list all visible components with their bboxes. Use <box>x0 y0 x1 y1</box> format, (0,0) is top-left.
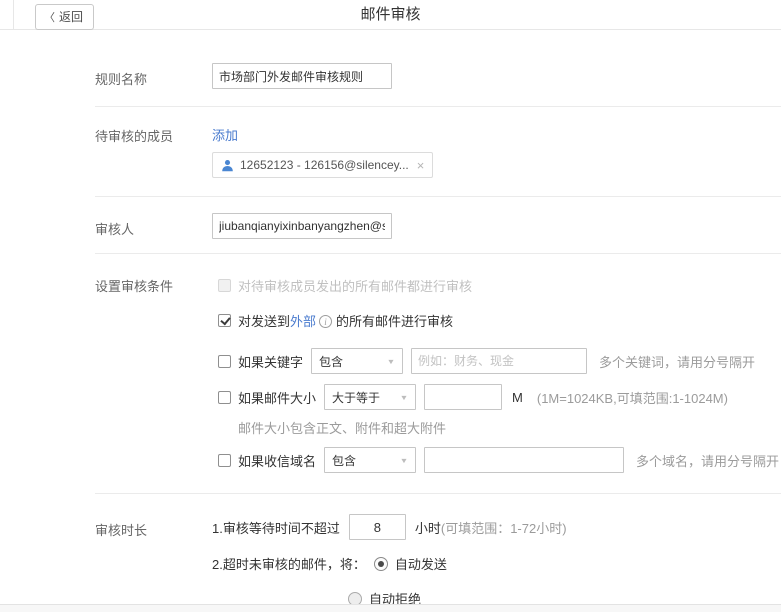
external-checkbox[interactable] <box>218 314 231 327</box>
page-title: 邮件审核 <box>0 0 781 29</box>
domain-checkbox[interactable] <box>218 454 231 467</box>
all-mail-checkbox <box>218 279 231 292</box>
domain-operator-select[interactable]: 包含 ▼ <box>324 447 416 473</box>
add-member-link[interactable]: 添加 <box>212 128 238 143</box>
condition-size-row: 如果邮件大小 大于等于 ▼ M (1M=1024KB,可填范围:1-1024M) <box>218 384 779 410</box>
domain-operator-value: 包含 <box>332 452 356 469</box>
timeout-prefix: 2.超时未审核的邮件，将： <box>212 554 366 573</box>
chevron-down-icon: ▼ <box>387 357 396 365</box>
condition-all-mail-row: 对待审核成员发出的所有邮件都进行审核 <box>218 276 779 295</box>
chevron-down-icon: ▼ <box>400 393 409 401</box>
rule-name-section: 规则名称 <box>95 30 781 89</box>
keyword-operator-value: 包含 <box>319 353 343 370</box>
condition-domain-row: 如果收信域名 包含 ▼ 多个域名，请用分号隔开 <box>218 447 779 473</box>
duration-label: 审核时长 <box>95 514 212 608</box>
reviewer-section: 审核人 <box>95 197 781 239</box>
domain-hint: 多个域名，请用分号隔开 <box>636 451 779 470</box>
duration-section: 审核时长 1.审核等待时间不超过 小时(可填范围：1-72小时) 2.超时未审核… <box>95 494 781 608</box>
chevron-down-icon: ▼ <box>400 456 409 464</box>
keyword-text: 如果关键字 <box>238 352 303 371</box>
person-icon <box>221 159 234 172</box>
members-section: 待审核的成员 添加 12652123 - 126156@silencey... … <box>95 107 781 178</box>
external-text-suffix: 的所有邮件进行审核 <box>336 311 453 330</box>
wait-time-row: 1.审核等待时间不超过 小时(可填范围：1-72小时) <box>212 514 567 540</box>
member-chip-text: 12652123 - 126156@silencey... <box>240 158 409 172</box>
footer-bar <box>0 604 781 612</box>
members-label: 待审核的成员 <box>95 125 212 178</box>
size-input[interactable] <box>424 384 502 410</box>
domain-input[interactable] <box>424 447 624 473</box>
size-text: 如果邮件大小 <box>238 388 316 407</box>
timeout-action-row: 2.超时未审核的邮件，将： 自动发送 <box>212 554 567 573</box>
condition-external-row: 对发送到外部i 的所有邮件进行审核 <box>218 311 779 330</box>
reviewer-input[interactable] <box>212 213 392 239</box>
keyword-input[interactable] <box>411 348 587 374</box>
wait-hours-input[interactable] <box>349 514 406 540</box>
header: 〈 返回 邮件审核 <box>0 0 781 30</box>
external-link[interactable]: 外部 <box>290 311 316 330</box>
size-operator-select[interactable]: 大于等于 ▼ <box>324 384 416 410</box>
size-checkbox[interactable] <box>218 391 231 404</box>
auto-send-label: 自动发送 <box>395 554 447 573</box>
wait-time-hint: (可填范围：1-72小时) <box>441 518 567 537</box>
condition-keyword-row: 如果关键字 包含 ▼ 多个关键词，请用分号隔开 <box>218 348 779 374</box>
rule-name-label: 规则名称 <box>95 63 212 89</box>
size-unit: M <box>512 390 523 405</box>
domain-text: 如果收信域名 <box>238 451 316 470</box>
wait-time-prefix: 1.审核等待时间不超过 <box>212 518 340 537</box>
member-chip: 12652123 - 126156@silencey... × <box>212 152 433 178</box>
auto-send-radio[interactable] <box>374 557 388 571</box>
keyword-hint: 多个关键词，请用分号隔开 <box>599 352 755 371</box>
keyword-checkbox[interactable] <box>218 355 231 368</box>
reviewer-label: 审核人 <box>95 213 212 239</box>
wait-time-unit: 小时 <box>415 518 441 537</box>
conditions-section: 设置审核条件 对待审核成员发出的所有邮件都进行审核 对发送到外部i 的所有邮件进行… <box>95 254 781 473</box>
external-text-prefix: 对发送到 <box>238 311 290 330</box>
all-mail-text: 对待审核成员发出的所有邮件都进行审核 <box>238 276 472 295</box>
rule-name-input[interactable] <box>212 63 392 89</box>
keyword-operator-select[interactable]: 包含 ▼ <box>311 348 403 374</box>
info-icon[interactable]: i <box>319 315 332 328</box>
size-operator-value: 大于等于 <box>332 389 380 406</box>
conditions-label: 设置审核条件 <box>95 276 212 473</box>
size-note: 邮件大小包含正文、附件和超大附件 <box>238 418 779 437</box>
chip-close-icon[interactable]: × <box>417 158 425 173</box>
size-range-hint: (1M=1024KB,可填范围:1-1024M) <box>537 388 728 407</box>
